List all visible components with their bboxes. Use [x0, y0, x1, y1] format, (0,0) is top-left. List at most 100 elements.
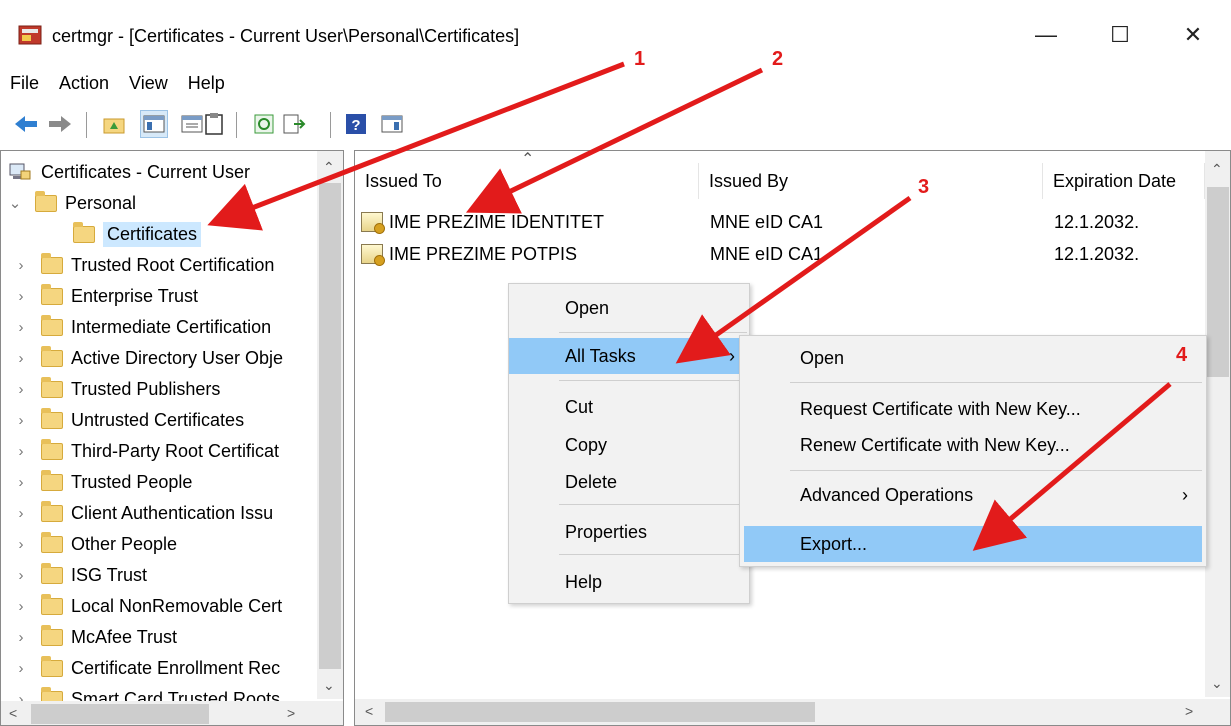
tree-item[interactable]: › Active Directory User Obje — [11, 343, 283, 373]
tree-item[interactable]: › Client Authentication Issu — [11, 498, 273, 528]
submenu-request-certificate[interactable]: Request Certificate with New Key... — [740, 391, 1206, 427]
tree-item[interactable]: › McAfee Trust — [11, 622, 177, 652]
close-button[interactable]: ✕ — [1163, 14, 1223, 56]
column-header-issued-by[interactable]: Issued By — [699, 163, 1043, 199]
submenu-export[interactable]: Export... — [744, 526, 1202, 562]
cell-expiration: 12.1.2032. — [1054, 211, 1140, 232]
context-menu-open[interactable]: Open — [509, 290, 749, 326]
context-menu-help[interactable]: Help — [509, 564, 749, 600]
minimize-button[interactable]: — — [1016, 14, 1076, 56]
column-header-expiration[interactable]: Expiration Date — [1043, 163, 1205, 199]
chevron-right-icon: › — [729, 345, 735, 366]
tree-item-certificates[interactable]: Certificates — [73, 219, 202, 249]
menu-file[interactable]: File — [0, 66, 49, 100]
cell-expiration: 12.1.2032. — [1054, 243, 1140, 264]
tree-item[interactable]: › ISG Trust — [11, 560, 147, 590]
tree-item[interactable]: › Enterprise Trust — [11, 281, 198, 311]
annotation-label-1: 1 — [634, 48, 646, 70]
title-bar: certmgr - [Certificates - Current User\P… — [0, 0, 1231, 64]
chevron-right-icon[interactable]: › — [11, 474, 31, 491]
maximize-button[interactable]: ☐ — [1090, 14, 1150, 56]
scroll-right-icon[interactable]: > — [1185, 703, 1193, 719]
menu-help[interactable]: Help — [178, 66, 235, 100]
submenu-advanced-operations[interactable]: Advanced Operations › — [740, 477, 1206, 513]
scroll-left-icon[interactable]: < — [9, 705, 17, 721]
tree-item[interactable]: › Local NonRemovable Cert — [11, 591, 282, 621]
context-menu-all-tasks[interactable]: All Tasks › — [509, 338, 749, 374]
chevron-right-icon[interactable]: › — [11, 381, 31, 398]
chevron-right-icon[interactable]: › — [11, 660, 31, 677]
tree-scroll-thumb[interactable] — [319, 183, 341, 669]
tree-item-label: Client Authentication Issu — [71, 502, 274, 523]
show-tree-icon[interactable] — [140, 110, 168, 138]
chevron-right-icon[interactable]: › — [11, 443, 31, 460]
chevron-right-icon[interactable]: › — [11, 288, 31, 305]
submenu-renew-certificate[interactable]: Renew Certificate with New Key... — [740, 427, 1206, 463]
forward-icon[interactable] — [46, 110, 74, 138]
tree-item-label: Active Directory User Obje — [71, 347, 284, 368]
chevron-right-icon[interactable]: › — [11, 319, 31, 336]
tree-item-label: Enterprise Trust — [71, 285, 199, 306]
table-row[interactable]: IME PREZIME POTPIS MNE eID CA1 12.1.2032… — [361, 239, 1139, 269]
help-icon[interactable]: ? — [342, 110, 370, 138]
tree-item-personal[interactable]: ⌄ Personal — [5, 188, 136, 218]
chevron-right-icon[interactable]: › — [11, 536, 31, 553]
menu-separator — [790, 470, 1202, 471]
tree-item[interactable]: › Trusted People — [11, 467, 192, 497]
tree-root[interactable]: Certificates - Current User — [9, 157, 250, 187]
list-scroll-thumb[interactable] — [1207, 187, 1229, 377]
folder-icon — [41, 252, 63, 274]
table-row[interactable]: IME PREZIME IDENTITET MNE eID CA1 12.1.2… — [361, 207, 1139, 237]
chevron-down-icon[interactable]: ⌄ — [5, 194, 25, 212]
refresh-icon[interactable] — [250, 110, 278, 138]
context-menu-properties[interactable]: Properties — [509, 514, 749, 550]
tree-item[interactable]: › Trusted Publishers — [11, 374, 220, 404]
menu-view[interactable]: View — [119, 66, 178, 100]
context-menu-copy[interactable]: Copy — [509, 427, 749, 463]
submenu-open[interactable]: Open — [740, 340, 1206, 376]
tree-item[interactable]: › Untrusted Certificates — [11, 405, 244, 435]
scroll-down-icon[interactable]: ⌄ — [323, 677, 335, 694]
folder-icon — [41, 438, 63, 460]
cell-issued-by: MNE eID CA1 — [710, 211, 824, 232]
clipboard-icon[interactable] — [200, 110, 228, 138]
chevron-right-icon[interactable]: › — [11, 598, 31, 615]
chevron-right-icon[interactable]: › — [11, 350, 31, 367]
tree-item-label: Trusted People — [71, 471, 193, 492]
chevron-right-icon[interactable]: › — [11, 257, 31, 274]
tree-hscroll-thumb[interactable] — [31, 704, 209, 724]
chevron-right-icon[interactable]: › — [11, 505, 31, 522]
list-hscroll-thumb[interactable] — [385, 702, 815, 722]
chevron-right-icon[interactable]: › — [11, 629, 31, 646]
chevron-right-icon[interactable]: › — [11, 412, 31, 429]
scroll-up-icon[interactable]: ⌃ — [323, 159, 335, 176]
cell-issued-to: IME PREZIME POTPIS — [389, 243, 578, 264]
computer-cert-icon — [9, 163, 31, 181]
tree-item[interactable]: › Trusted Root Certification — [11, 250, 274, 280]
tree-item[interactable]: › Intermediate Certification — [11, 312, 271, 342]
tree-item[interactable]: › Third-Party Root Certificat — [11, 436, 279, 466]
certmgr-app-icon — [18, 24, 42, 46]
chevron-right-icon: › — [1182, 484, 1188, 505]
tree-item[interactable]: › Certificate Enrollment Rec — [11, 653, 280, 683]
scroll-right-icon[interactable]: > — [287, 705, 295, 721]
certificate-icon — [361, 212, 385, 234]
context-menu-cut[interactable]: Cut — [509, 389, 749, 425]
tree-item[interactable]: › Other People — [11, 529, 177, 559]
context-menu-delete[interactable]: Delete — [509, 464, 749, 500]
scroll-left-icon[interactable]: < — [365, 703, 373, 719]
export-list-icon[interactable] — [280, 110, 308, 138]
context-menu-label: All Tasks — [565, 345, 636, 366]
back-icon[interactable] — [12, 110, 40, 138]
folder-icon — [41, 593, 63, 615]
menu-action[interactable]: Action — [49, 66, 119, 100]
folder-icon — [35, 190, 57, 212]
console-tree-icon[interactable] — [378, 110, 406, 138]
scroll-up-icon[interactable]: ⌃ — [1211, 161, 1223, 178]
chevron-right-icon[interactable]: › — [11, 567, 31, 584]
folder-icon — [41, 562, 63, 584]
menu-separator — [559, 332, 747, 333]
up-folder-icon[interactable] — [100, 110, 128, 138]
scroll-down-icon[interactable]: ⌄ — [1211, 675, 1223, 692]
console-tree-pane[interactable]: Certificates - Current User ⌄ Personal C… — [0, 150, 344, 726]
